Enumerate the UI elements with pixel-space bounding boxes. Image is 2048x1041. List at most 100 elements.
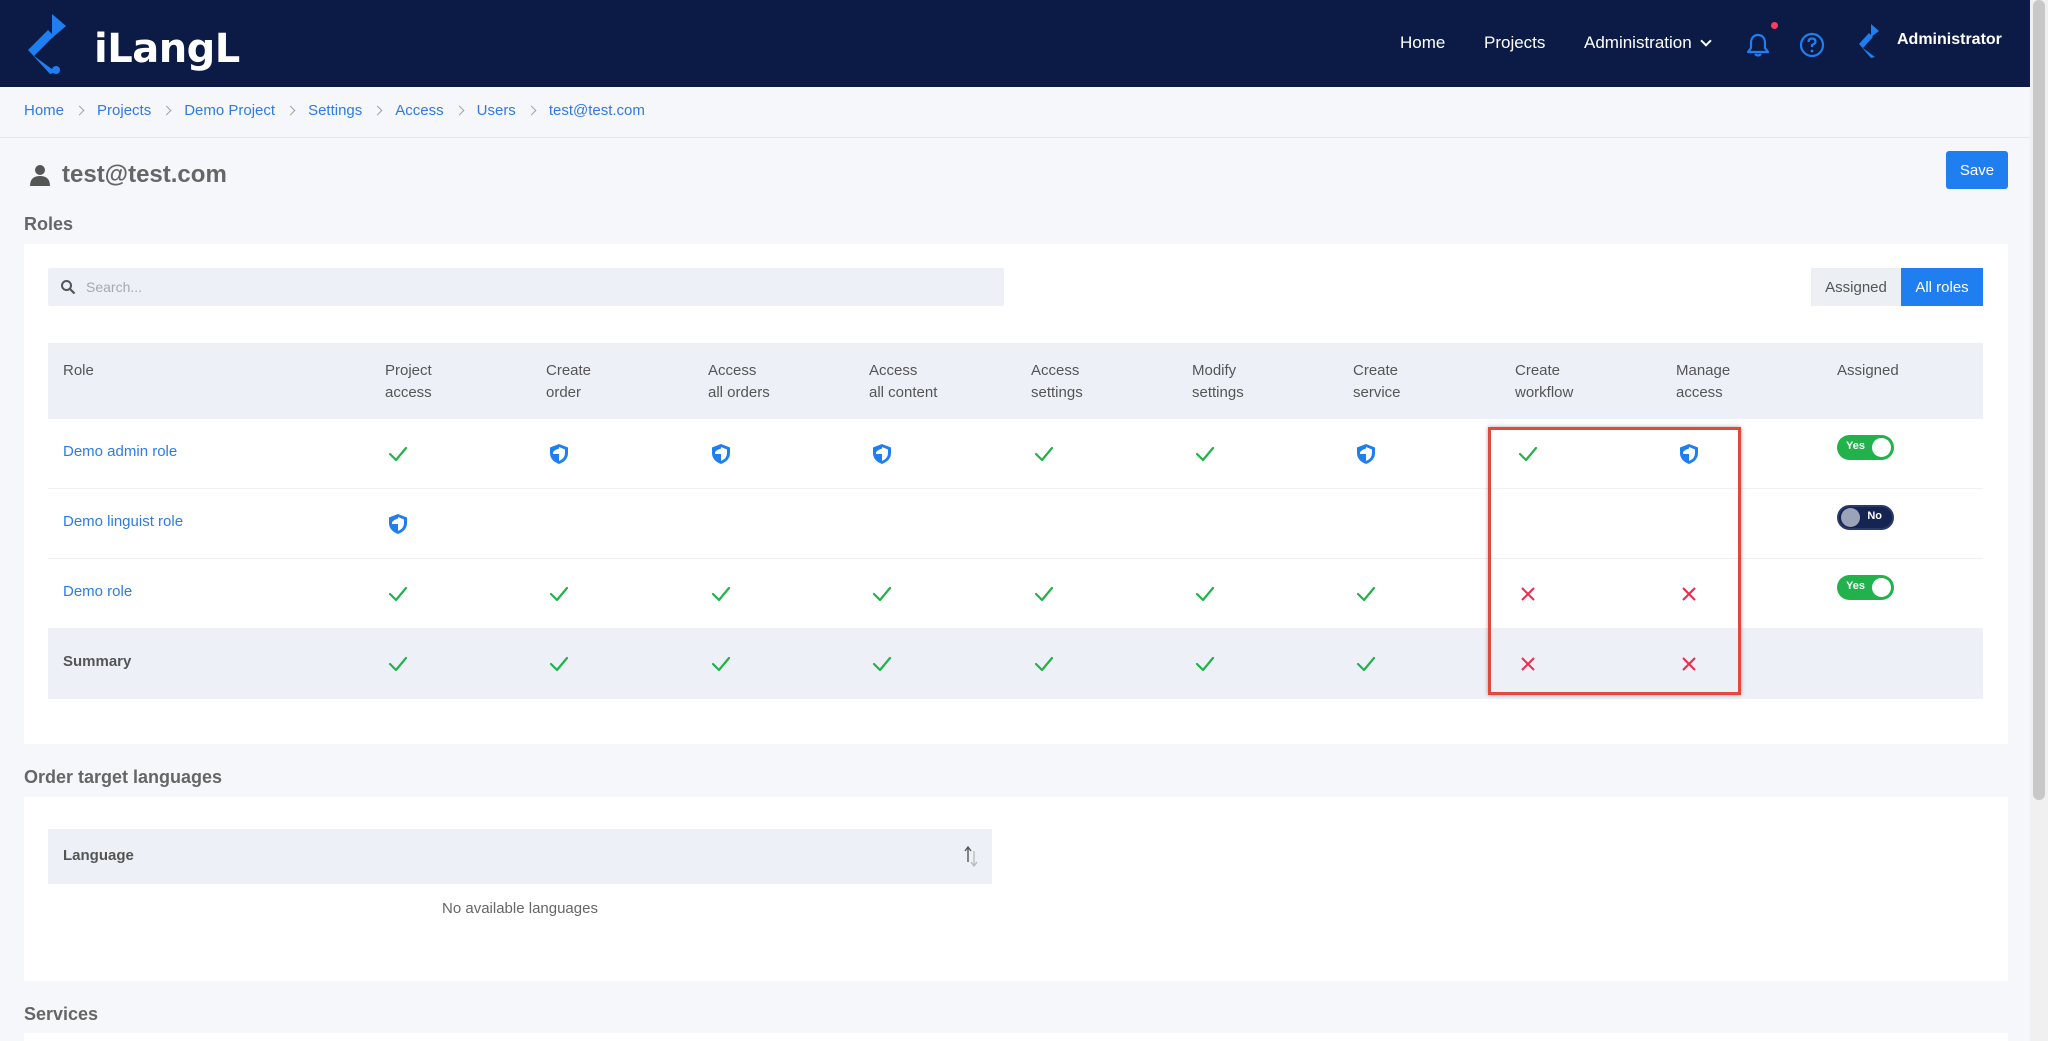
check-icon [388,446,408,462]
permission-cell-create-order [544,489,574,559]
column-header-create-workflow: Create workflow [1515,362,1574,401]
shield-icon [389,514,407,534]
check-icon [872,586,892,602]
filter-assigned-button[interactable]: Assigned [1811,268,1901,306]
ilangl-logo[interactable]: iLangL [22,12,240,74]
permission-cell-create-order [544,559,574,629]
save-button[interactable]: Save [1946,151,2008,189]
permission-cell-create-service [1351,629,1381,699]
check-icon [1356,656,1376,672]
permission-cell-project-access [383,559,413,629]
role-name-link[interactable]: Demo admin role [63,443,177,460]
permission-cell-modify-settings [1190,629,1220,699]
column-header-role[interactable]: Role [63,360,94,382]
top-navigation-bar: iLangL Home Projects Administration Admi… [0,0,2030,87]
toggle-knob [1872,578,1891,597]
assigned-toggle-label: Yes [1846,440,1865,452]
user-avatar-icon[interactable] [1857,24,1885,58]
summary-label: Summary [63,653,132,670]
breadcrumb-separator-icon [372,105,383,116]
search-icon [61,280,76,295]
roles-table-header: Role Project access Create order Access … [48,343,1983,419]
assigned-toggle[interactable]: Yes [1837,575,1894,600]
column-header-manage-access: Manage access [1676,362,1731,401]
shield-icon [873,444,891,464]
page-title: test@test.com [62,161,227,188]
check-icon [1034,446,1054,462]
breadcrumb-projects[interactable]: Projects [97,102,151,119]
help-icon[interactable] [1799,32,1825,58]
column-header-assigned: Assigned [1837,362,1899,379]
languages-card [24,797,2008,981]
check-icon [1195,656,1215,672]
toggle-knob [1872,438,1891,457]
role-name-link[interactable]: Demo role [63,583,132,600]
breadcrumb-current-user[interactable]: test@test.com [549,102,645,119]
permission-cell-access-all-orders [706,419,736,489]
user-icon [30,165,50,186]
services-card [24,1033,2008,1041]
permission-cell-access-settings [1029,419,1059,489]
scrollbar-thumb[interactable] [2033,0,2045,800]
permission-cell-access-settings [1029,629,1059,699]
permission-cell-modify-settings [1190,419,1220,489]
highlight-box [1488,427,1741,695]
permission-cell-project-access [383,419,413,489]
column-header-language[interactable]: Language [63,847,134,864]
toggle-knob [1841,508,1860,527]
role-name-link[interactable]: Demo linguist role [63,513,183,530]
check-icon [388,586,408,602]
column-header-project-access: Project access [385,362,432,401]
languages-table-header: Language [48,829,992,884]
breadcrumb-separator-icon [285,105,296,116]
check-icon [1356,586,1376,602]
permission-cell-create-order [544,419,574,489]
permission-cell-project-access [383,629,413,699]
breadcrumb: Home Projects Demo Project Settings Acce… [24,102,645,119]
breadcrumb-separator-icon [74,105,85,116]
breadcrumb-separator-icon [161,105,172,116]
logo-text: iLangL [94,26,240,72]
permission-cell-access-all-content [867,629,897,699]
filter-all-roles-button[interactable]: All roles [1901,268,1983,306]
check-icon [711,586,731,602]
assigned-toggle-label: Yes [1846,580,1865,592]
nav-home-link[interactable]: Home [1400,33,1445,53]
role-search-box[interactable] [48,268,1004,306]
current-user-name[interactable]: Administrator [1897,31,2002,49]
shield-icon [712,444,730,464]
breadcrumb-access[interactable]: Access [395,102,443,119]
search-input[interactable] [86,268,986,306]
assigned-toggle-label: No [1867,510,1882,522]
roles-section-title: Roles [24,214,74,234]
breadcrumb-demo-project[interactable]: Demo Project [184,102,275,119]
notification-bell-icon[interactable] [1745,32,1771,58]
breadcrumb-home[interactable]: Home [24,102,64,119]
permission-cell-access-all-content [867,559,897,629]
permission-cell-modify-settings [1190,489,1220,559]
permission-cell-project-access [383,489,413,559]
assigned-toggle[interactable]: Yes [1837,435,1894,460]
check-icon [388,656,408,672]
check-icon [711,656,731,672]
assigned-toggle[interactable]: No [1837,505,1894,530]
permission-cell-access-all-orders [706,559,736,629]
languages-section-title: Order target languages [24,767,223,787]
check-icon [1195,586,1215,602]
nav-projects-link[interactable]: Projects [1484,33,1545,53]
sort-icon[interactable] [964,845,978,867]
nav-administration-menu[interactable]: Administration [1584,33,1712,53]
check-icon [872,656,892,672]
check-icon [1034,656,1054,672]
column-header-access-all-orders: Access all orders [708,362,770,401]
nav-administration-label: Administration [1584,33,1692,52]
breadcrumb-users[interactable]: Users [477,102,516,119]
permission-cell-create-service [1351,489,1381,559]
breadcrumb-divider [0,137,2030,138]
check-icon [549,586,569,602]
check-icon [1195,446,1215,462]
shield-icon [1357,444,1375,464]
breadcrumb-separator-icon [526,105,537,116]
breadcrumb-settings[interactable]: Settings [308,102,362,119]
notification-dot [1771,22,1778,29]
